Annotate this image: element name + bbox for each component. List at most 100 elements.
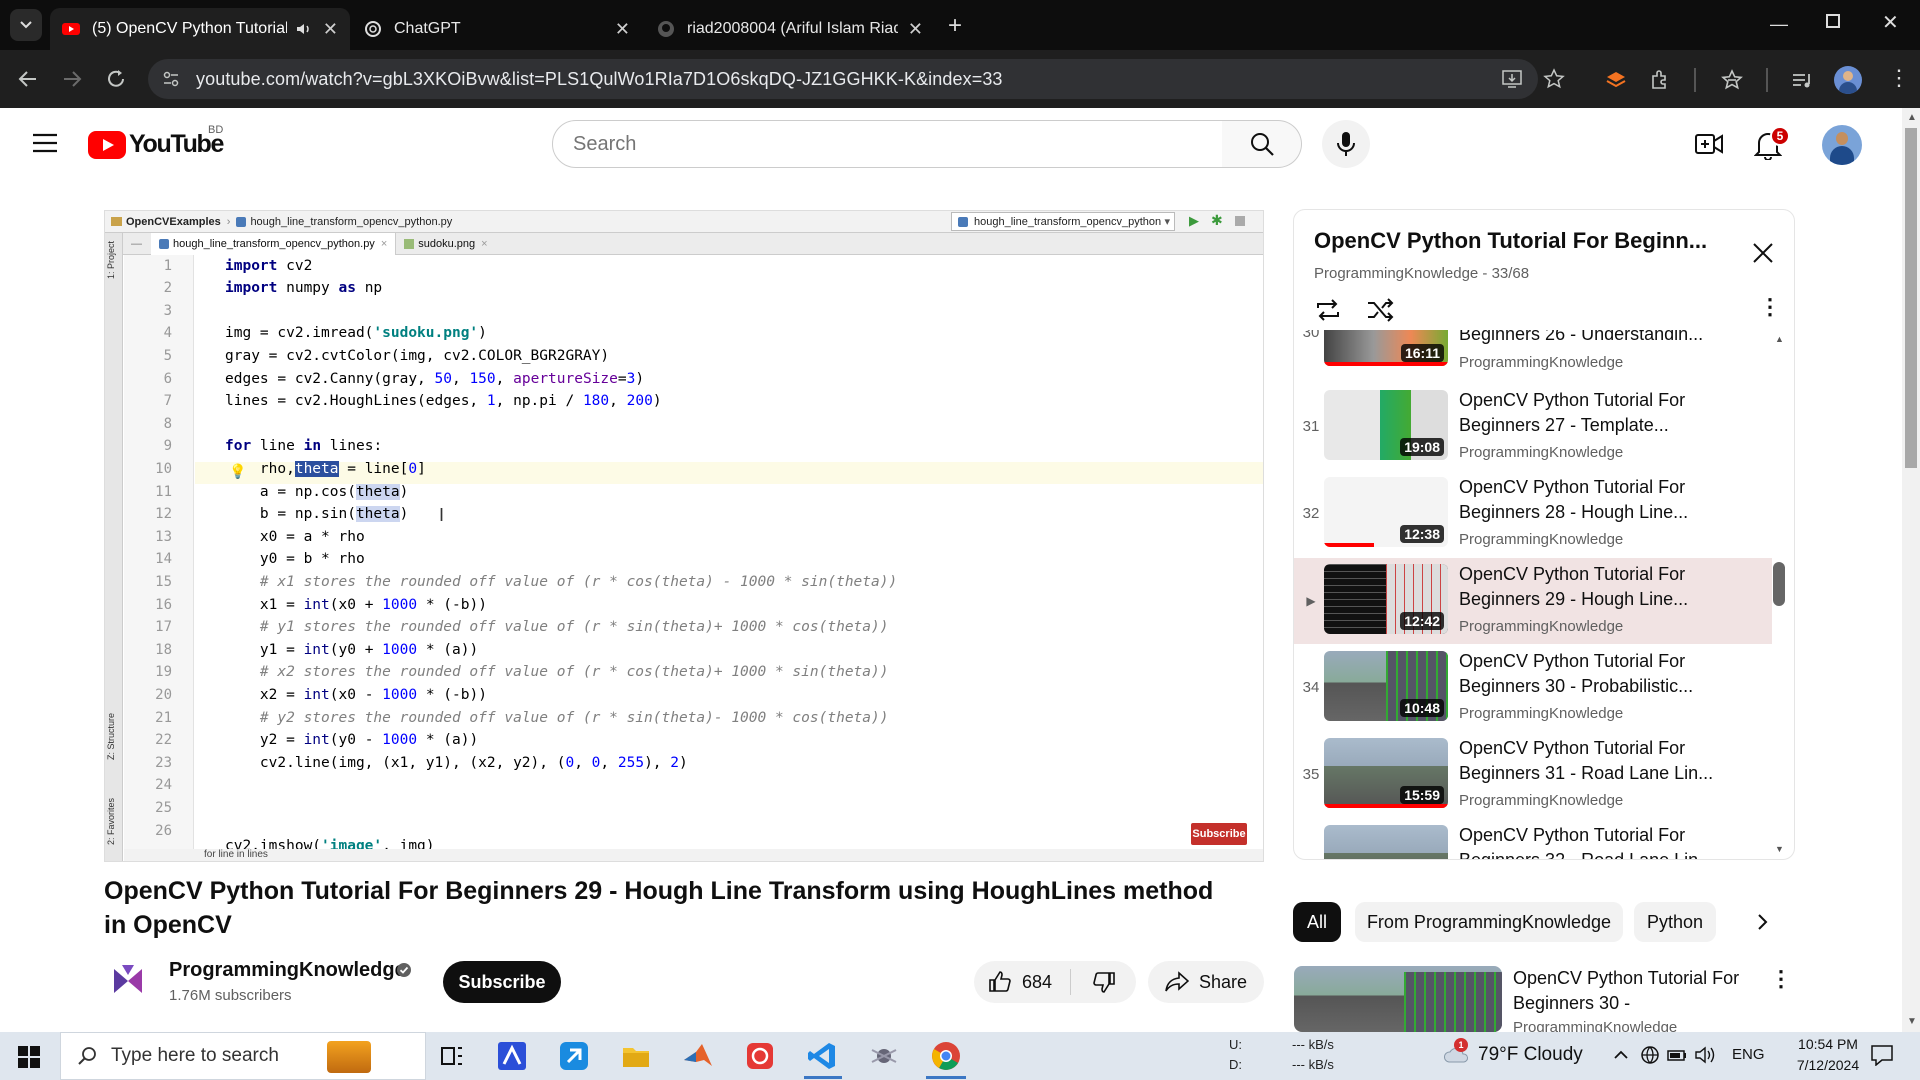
chrome-icon[interactable] (930, 1040, 962, 1072)
recommended-more-icon[interactable]: ⋮ (1770, 966, 1792, 992)
input-language[interactable]: ENG (1732, 1046, 1765, 1063)
network-globe-icon[interactable] (1640, 1045, 1660, 1065)
debug-icon[interactable]: ✱ (1211, 212, 1223, 229)
loop-icon[interactable] (1314, 298, 1342, 322)
recommended-title[interactable]: OpenCV Python Tutorial For Beginners 30 … (1513, 966, 1743, 1016)
matlab-icon[interactable] (682, 1040, 714, 1072)
playlist-more-icon[interactable]: ⋮ (1759, 294, 1781, 320)
scroll-down-icon[interactable]: ▼ (1775, 844, 1784, 854)
create-video-icon[interactable] (1694, 131, 1724, 157)
taskbar-search-input[interactable]: Type here to search (60, 1032, 426, 1080)
restore-button[interactable] (1826, 14, 1840, 28)
share-button[interactable]: Share (1148, 961, 1264, 1003)
chevron-up-icon[interactable] (1612, 1046, 1630, 1064)
playlist-item[interactable]: 31 19:08 OpenCV Python Tutorial For Begi… (1294, 384, 1774, 470)
chip-python[interactable]: Python (1634, 902, 1716, 942)
playlist-scrollbar[interactable]: ▲ ▼ (1772, 330, 1786, 859)
ide-tab-png[interactable]: sudoku.png × (396, 233, 495, 255)
playlist-item[interactable]: 30 16:11 Beginners 26 - Understandin... … (1294, 330, 1774, 376)
chevron-right-icon[interactable] (1752, 912, 1772, 932)
youtube-logo[interactable]: YouTube (88, 130, 224, 159)
subscribe-button[interactable]: Subscribe (443, 961, 561, 1003)
forward-icon[interactable] (60, 67, 84, 91)
account-avatar[interactable] (1822, 125, 1862, 165)
close-tab-icon[interactable]: ✕ (908, 19, 923, 40)
video-player[interactable]: OpenCVExamples › hough_line_transform_op… (104, 210, 1264, 862)
notification-center-icon[interactable] (1870, 1044, 1894, 1066)
scrollbar-thumb[interactable] (1773, 562, 1785, 606)
install-app-icon[interactable] (1500, 67, 1524, 91)
playlist-item[interactable]: 34 10:48 OpenCV Python Tutorial For Begi… (1294, 645, 1774, 731)
scroll-up-icon[interactable]: ▲ (1775, 334, 1784, 344)
dislike-button[interactable] (1071, 961, 1136, 1003)
extensions-puzzle-icon[interactable] (1648, 68, 1672, 92)
tab-youtube[interactable]: (5) OpenCV Python Tutorial ✕ (50, 8, 350, 50)
python-file-icon (159, 238, 169, 249)
clock-date[interactable]: 7/12/2024 (1783, 1057, 1873, 1073)
address-bar[interactable]: youtube.com/watch?v=gbL3XKOiBvw&list=PLS… (148, 59, 1565, 99)
browser-menu-icon[interactable]: ⋮ (1888, 64, 1910, 92)
line-number: 22 (155, 732, 172, 748)
stop-icon[interactable] (1235, 216, 1245, 226)
ide-run-config-select[interactable]: hough_line_transform_opencv_python ▾ (951, 212, 1175, 231)
close-tab-icon[interactable]: × (481, 238, 487, 250)
bookmark-star-icon[interactable] (1542, 67, 1566, 91)
tab-search-button[interactable] (10, 9, 42, 41)
close-tab-icon[interactable]: ✕ (615, 19, 630, 40)
close-window-button[interactable]: ✕ (1882, 10, 1899, 35)
app-icon-4[interactable] (868, 1040, 900, 1072)
vscode-icon[interactable] (806, 1040, 838, 1072)
app-icon-3[interactable] (744, 1040, 776, 1072)
page-scrollbar-thumb[interactable] (1905, 128, 1917, 468)
tab-chatgpt[interactable]: ChatGPT ✕ (352, 8, 642, 50)
battery-icon[interactable] (1666, 1046, 1688, 1064)
playlist-item[interactable]: OpenCV Python Tutorial For Beginners 32 … (1294, 819, 1774, 859)
voice-search-button[interactable] (1322, 120, 1370, 168)
file-explorer-icon[interactable] (620, 1040, 652, 1072)
like-button[interactable]: 684 (974, 961, 1070, 1003)
verified-badge-icon (397, 963, 411, 977)
back-icon[interactable] (16, 67, 40, 91)
playlist-item[interactable]: 32 12:38 OpenCV Python Tutorial For Begi… (1294, 471, 1774, 557)
reload-icon[interactable] (104, 67, 128, 91)
app-icon-1[interactable] (496, 1040, 528, 1072)
new-tab-button[interactable]: + (948, 12, 962, 40)
chip-all[interactable]: All (1293, 902, 1341, 942)
media-control-icon[interactable] (1790, 68, 1814, 92)
extension-stack-icon[interactable] (1604, 68, 1628, 92)
shuffle-icon[interactable] (1366, 298, 1394, 322)
minimize-button[interactable]: — (1770, 14, 1788, 35)
search-button[interactable] (1222, 120, 1302, 168)
recommended-thumbnail[interactable] (1294, 966, 1502, 1032)
search-input[interactable]: Search (552, 120, 1224, 168)
app-icon-2[interactable] (558, 1040, 590, 1072)
close-tab-icon[interactable]: ✕ (323, 19, 338, 40)
weather-text[interactable]: 79°F Cloudy (1478, 1044, 1583, 1066)
volume-icon[interactable] (1694, 1045, 1716, 1065)
playlist-item-current[interactable]: ▶ 12:42 OpenCV Python Tutorial For Begin… (1294, 558, 1772, 644)
channel-avatar[interactable] (108, 961, 148, 1001)
subscribe-watermark[interactable]: Subscribe (1191, 823, 1247, 845)
channel-name[interactable]: ProgrammingKnowledge (169, 959, 406, 982)
ide-tab-py[interactable]: hough_line_transform_opencv_python.py × (151, 232, 397, 255)
close-icon[interactable] (1752, 242, 1774, 264)
windows-start-icon[interactable] (18, 1046, 40, 1068)
page-scrollbar[interactable]: ▲ ▼ (1902, 108, 1920, 1032)
clock-time[interactable]: 10:54 PM (1783, 1036, 1873, 1052)
scroll-up-icon[interactable]: ▲ (1907, 112, 1917, 123)
close-tab-icon[interactable]: × (381, 238, 387, 250)
run-icon[interactable]: ▶ (1189, 213, 1199, 229)
speaker-icon[interactable] (295, 20, 313, 38)
chip-from-channel[interactable]: From ProgrammingKnowledge (1355, 902, 1623, 942)
playlist-item[interactable]: 35 15:59 OpenCV Python Tutorial For Begi… (1294, 732, 1774, 818)
site-info-icon[interactable] (162, 70, 180, 88)
favorites-icon[interactable] (1720, 68, 1744, 92)
tab-github[interactable]: riad2008004 (Ariful Islam Riad) ✕ (645, 8, 935, 50)
profile-avatar[interactable] (1834, 66, 1862, 94)
task-view-icon[interactable] (436, 1040, 468, 1072)
playlist-title[interactable]: OpenCV Python Tutorial For Beginn... (1314, 228, 1734, 254)
hamburger-menu-icon[interactable] (32, 132, 58, 154)
scroll-down-icon[interactable]: ▼ (1907, 1016, 1917, 1027)
code-editor[interactable]: 1 2 3 4 5 6 7 8 9 10 11 12 13 14 15 16 1… (105, 255, 1263, 854)
collapse-icon[interactable]: — (131, 238, 143, 250)
